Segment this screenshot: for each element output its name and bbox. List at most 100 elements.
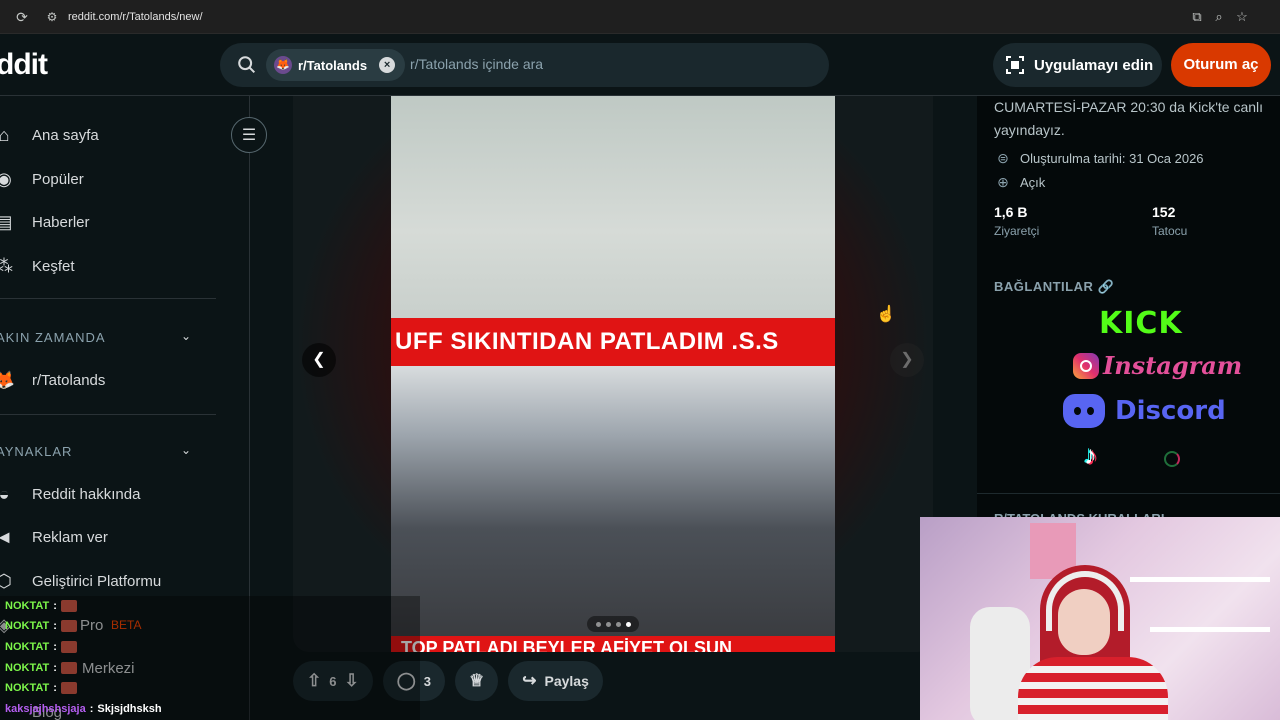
megaphone-icon: ◄ <box>0 525 16 549</box>
reddit-logo[interactable]: ddit <box>0 48 48 82</box>
wall-shelf <box>1130 577 1270 582</box>
instagram-icon <box>1073 352 1099 379</box>
subreddit-avatar-icon: 🦊 <box>274 56 292 74</box>
chat-username: NOKTAT <box>5 662 50 674</box>
share-button[interactable]: ↪ Paylaş <box>508 661 603 701</box>
chevron-down-icon[interactable]: ⌄ <box>178 329 194 345</box>
emote-icon <box>60 662 77 674</box>
browser-toolbar: ⟳ ⚙ reddit.com/r/Tatolands/new/ ⧉ ⌕ ☆ <box>0 0 1280 34</box>
share-label: Paylaş <box>544 673 589 689</box>
visibility-row: ⊕ Açık <box>994 173 1045 191</box>
home-icon: ⌂ <box>0 123 16 147</box>
sidebar-item-label: Haberler <box>32 213 90 231</box>
sidebar-item-label: Geliştirici Platformu <box>32 572 162 590</box>
site-info-icon[interactable]: ⚙ <box>44 9 60 25</box>
carousel-next-button[interactable]: ❯ <box>890 343 924 377</box>
sidebar-item-label: Popüler <box>32 170 84 188</box>
instagram-link[interactable]: Instagram <box>1073 351 1242 380</box>
kick-link[interactable]: KICK <box>1099 306 1183 341</box>
chat-text: Skjsjdhsksh <box>97 703 162 715</box>
chip-label: r/Tatolands <box>298 57 368 73</box>
chevron-left-icon: ❮ <box>312 351 326 368</box>
chat-message: NOKTAT: <box>5 620 77 632</box>
menu-toggle-button[interactable]: ☰ <box>231 117 267 153</box>
zoom-icon[interactable]: ⌕ <box>1210 8 1228 26</box>
comment-count: 3 <box>423 673 431 689</box>
visibility-label: Açık <box>1020 174 1046 190</box>
reload-icon[interactable]: ⟳ <box>14 9 30 25</box>
post-media-container: UFF SIKINTIDAN PATLADIM .S.S TOP PATLADI… <box>293 96 933 652</box>
sidebar-item-label: Ana sayfa <box>32 126 99 144</box>
stat-value: 152 <box>1152 204 1176 220</box>
chevron-down-icon[interactable]: ⌄ <box>178 443 194 459</box>
emote-icon <box>60 600 77 612</box>
stat-value: 1,6 B <box>994 204 1028 220</box>
popular-icon: ◉ <box>0 167 16 191</box>
emote-icon <box>60 620 77 632</box>
get-app-button[interactable]: Uygulamayı edin <box>993 43 1162 87</box>
sidebar-item-label: Reklam ver <box>32 528 108 546</box>
carousel-prev-button[interactable]: ❮ <box>302 343 336 377</box>
members-stat: 152 Tatocu <box>1152 204 1187 238</box>
login-button[interactable]: Oturum aç <box>1171 43 1271 87</box>
chat-username: NOKTAT <box>5 620 50 632</box>
reddit-alien-icon: ◒ <box>0 482 16 506</box>
carousel-dot-active[interactable] <box>625 621 631 627</box>
post-image[interactable]: UFF SIKINTIDAN PATLADIM .S.S TOP PATLADI… <box>391 96 835 652</box>
subreddit-avatar-icon: 🦊 <box>0 368 16 392</box>
emote-icon <box>60 682 77 694</box>
resources-section-title[interactable]: AYNAKLAR <box>0 444 72 459</box>
chat-username: kaksjajhshsjaja <box>5 703 86 715</box>
chip-close-icon[interactable]: × <box>379 57 396 73</box>
search-input[interactable]: r/Tatolands içinde ara <box>410 56 543 72</box>
qr-code-icon <box>1006 56 1024 74</box>
get-app-label: Uygulamayı edin <box>1034 56 1154 74</box>
chat-message: NOKTAT: <box>5 641 77 653</box>
tiktok-icon[interactable]: ♪ <box>1084 440 1097 471</box>
created-date-row: ⊜ Oluşturulma tarihi: 31 Oca 2026 <box>994 149 1204 167</box>
stat-label: Ziyaretçi <box>994 224 1040 238</box>
meme-caption-top: UFF SIKINTIDAN PATLADIM .S.S <box>391 318 835 366</box>
recent-section-title[interactable]: AKIN ZAMANDA <box>0 330 106 345</box>
chat-username: NOKTAT <box>5 682 50 694</box>
social-link-icon[interactable] <box>1164 451 1180 467</box>
chat-username: NOKTAT <box>5 641 50 653</box>
address-bar[interactable]: reddit.com/r/Tatolands/new/ <box>68 9 203 25</box>
carousel-dot[interactable] <box>595 621 601 627</box>
discord-icon <box>1063 394 1105 428</box>
visitors-stat: 1,6 B Ziyaretçi <box>994 204 1039 238</box>
carousel-dot[interactable] <box>605 621 611 627</box>
bookmark-star-icon[interactable]: ☆ <box>1233 8 1251 26</box>
install-app-icon[interactable]: ⧉ <box>1188 8 1206 26</box>
sidebar-item-label: Keşfet <box>32 257 75 275</box>
share-icon: ↪ <box>522 671 537 690</box>
panel-divider <box>977 493 1280 494</box>
community-description: CUMARTESİ-PAZAR 20:30 da Kick'te canlı y… <box>994 99 1264 138</box>
explore-icon: ⁂ <box>0 254 16 278</box>
instagram-label: Instagram <box>1103 351 1243 380</box>
sidebar-divider <box>0 298 216 299</box>
chat-message: kaksjajhshsjaja: Skjsjdhsksh <box>5 703 162 715</box>
chat-username: NOKTAT <box>5 600 50 612</box>
search-bar[interactable]: 🦊 r/Tatolands × r/Tatolands içinde ara <box>220 43 829 87</box>
chat-message: NOKTAT: <box>5 662 77 674</box>
award-icon: ♕ <box>469 671 485 690</box>
site-header: ddit 🦊 r/Tatolands × r/Tatolands içinde … <box>0 34 1280 96</box>
crowd-photo <box>391 366 835 638</box>
mouse-pointer-icon: ☝ <box>876 306 896 323</box>
chevron-right-icon: ❯ <box>900 351 914 368</box>
award-button[interactable]: ♕ <box>455 661 499 701</box>
carousel-dot[interactable] <box>615 621 621 627</box>
news-icon: ▤ <box>0 210 16 234</box>
hamburger-icon: ☰ <box>241 127 257 144</box>
chat-message: NOKTAT: <box>5 682 77 694</box>
wall-shelf <box>1150 627 1270 632</box>
stream-still-image <box>391 96 835 322</box>
created-date: Oluşturulma tarihi: 31 Oca 2026 <box>1020 150 1204 166</box>
globe-icon: ⊕ <box>997 174 1009 190</box>
stream-chat-overlay: NOKTAT: NOKTAT: NOKTAT: NOKTAT: NOKTAT: … <box>0 596 420 720</box>
emote-icon <box>60 641 77 653</box>
discord-link[interactable]: Discord <box>1063 394 1226 428</box>
cake-icon: ⊜ <box>997 150 1009 166</box>
search-icon <box>238 56 256 74</box>
